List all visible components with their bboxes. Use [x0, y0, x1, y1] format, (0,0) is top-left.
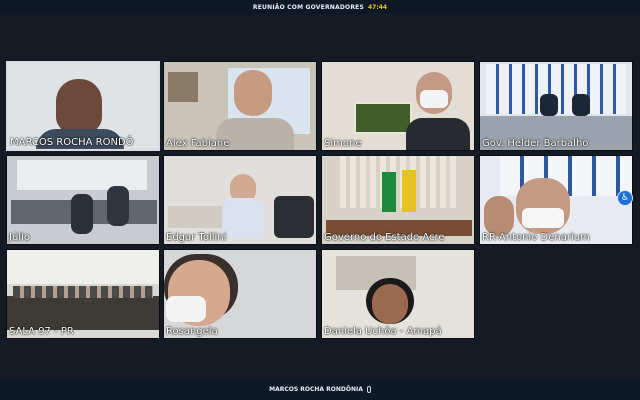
- participant-name: Alex Fabiane: [166, 138, 230, 149]
- participant-figure: [107, 186, 129, 226]
- accessibility-icon[interactable]: ♿: [617, 190, 633, 206]
- video-tile-sala-97[interactable]: SALA 97 - PR: [6, 249, 160, 339]
- video-tile-julio[interactable]: Júlio: [6, 155, 160, 245]
- video-tile-edgar-tollini[interactable]: Edgar Tollini: [163, 155, 317, 245]
- flag-brazil: [382, 172, 396, 212]
- participant-figure: [372, 284, 408, 324]
- participant-figure: [572, 94, 590, 116]
- conference-table: [7, 296, 159, 330]
- video-tile-antonio-denarium[interactable]: RR-Antonio Denarium: [479, 155, 633, 245]
- participant-name: Rosangela: [166, 326, 218, 337]
- room-window: [17, 160, 147, 190]
- bottom-bar: MARCOS ROCHA RONDÔNIA: [0, 379, 640, 400]
- participant-name: Daniela Uchôa - Amapá: [324, 326, 442, 337]
- office-chair: [274, 196, 314, 238]
- meeting-title: REUNIÃO COM GOVERNADORES: [252, 3, 364, 11]
- participant-figure: [484, 196, 514, 236]
- participant-shirt: [222, 198, 264, 238]
- video-tile-daniela-uchoa[interactable]: Daniela Uchôa - Amapá: [321, 249, 475, 339]
- participant-name: SALA 97 - PR: [9, 326, 74, 337]
- video-tile-alex-fabiane[interactable]: Alex Fabiane: [163, 61, 317, 151]
- participant-shirt: [406, 118, 470, 150]
- curtain: [340, 156, 458, 208]
- participant-figure: [56, 79, 102, 133]
- meeting-timer: 47:44: [367, 3, 388, 11]
- wall-painting: [354, 102, 412, 134]
- room-shelf: [168, 72, 198, 102]
- participant-name: Simone: [324, 138, 362, 149]
- video-tile-simone[interactable]: Simone: [321, 61, 475, 151]
- participant-name: Gov. Helder Barbalho: [482, 138, 589, 149]
- video-tile-marcos-rocha[interactable]: MARCOS ROCHA RONDÔ: [6, 61, 160, 151]
- participant-name: Edgar Tollini: [166, 232, 227, 243]
- video-tile-rosangela[interactable]: Rosangela: [163, 249, 317, 339]
- video-tile-governo-acre[interactable]: Governo do Estado Acre: [321, 155, 475, 245]
- participant-figure: [540, 94, 558, 116]
- face-mask: [522, 208, 564, 228]
- face-mask: [420, 90, 448, 108]
- top-bar: REUNIÃO COM GOVERNADORES 47:44: [0, 0, 640, 14]
- participant-figure: [234, 70, 272, 116]
- active-speaker-name: MARCOS ROCHA RONDÔNIA: [269, 386, 363, 393]
- participant-name: MARCOS ROCHA RONDÔ: [10, 137, 134, 148]
- flag-acre: [402, 170, 416, 212]
- participants-group: [13, 286, 153, 298]
- participant-figure: [71, 194, 93, 234]
- video-tile-helder-barbalho[interactable]: Gov. Helder Barbalho: [479, 61, 633, 151]
- room-wall: [7, 250, 159, 284]
- participant-name: Governo do Estado Acre: [324, 232, 445, 243]
- face-mask: [166, 296, 206, 322]
- participant-name: Júlio: [9, 232, 30, 243]
- microphone-icon: [366, 386, 371, 393]
- participant-name: RR-Antonio Denarium: [482, 232, 590, 243]
